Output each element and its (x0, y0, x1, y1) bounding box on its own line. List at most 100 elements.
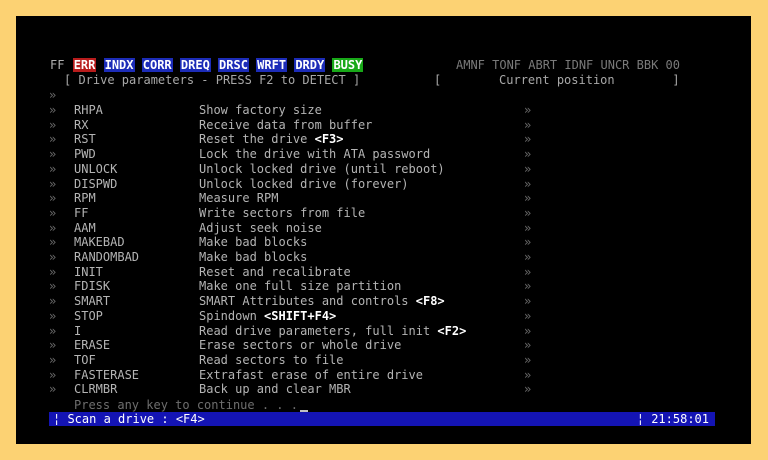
command-name: UNLOCK (74, 161, 118, 176)
command-hotkey: <F8> (415, 294, 445, 309)
row-bullet-right: » (524, 352, 532, 367)
terminal-screen: FF ERR INDX CORR DREQ DRSC WRFT DRDY BUS… (16, 16, 751, 444)
flag-wrft: WRFT (256, 58, 288, 72)
command-description: Make one full size partition (199, 279, 402, 294)
row-bullet: » (49, 250, 57, 264)
command-name: DISPWD (74, 176, 118, 191)
command-description: Spindown <SHIFT+F4> (199, 308, 337, 323)
command-description: Measure RPM (199, 191, 279, 206)
command-name: ERASE (74, 338, 111, 353)
command-hotkey: <SHIFT+F4> (264, 308, 337, 323)
row-bullet: » (49, 367, 57, 382)
command-description: Read sectors to file (199, 352, 344, 367)
row-bullet-right: » (524, 176, 532, 191)
row-bullet-right: » (524, 338, 532, 353)
command-name: TOF (74, 352, 96, 367)
row-bullet: » (49, 161, 57, 176)
flag-dreq: DREQ (179, 58, 211, 72)
command-name: FASTERASE (74, 367, 140, 382)
row-bullet: » (49, 103, 57, 117)
status-flags-right: AMNF TONF ABRT IDNF UNCR BBK 00 (456, 58, 680, 72)
row-bullet-right: » (524, 367, 532, 382)
row-bullet: » (49, 308, 57, 323)
row-bullet-right: » (524, 235, 532, 250)
row-bullet-right: » (524, 161, 532, 176)
command-description: Write sectors from file (199, 205, 366, 220)
flag-busy: BUSY (332, 58, 364, 72)
command-description: Adjust seek noise (199, 220, 322, 235)
drive-parameters-header: [ Drive parameters - PRESS F2 to DETECT … (64, 73, 361, 87)
command-name: MAKEBAD (74, 235, 125, 250)
bullet-marker: » (49, 88, 57, 102)
command-description: Lock the drive with ATA password (199, 147, 431, 162)
row-bullet: » (49, 352, 57, 367)
flag-indx: INDX (103, 58, 135, 72)
command-hotkey: <F2> (437, 323, 467, 338)
flag-drsc: DRSC (218, 58, 249, 72)
clock: ¦ 21:58:01 (636, 412, 709, 426)
row-bullet-right: » (524, 132, 532, 147)
command-description: SMART Attributes and controls <F8> (199, 294, 445, 309)
row-bullet: » (49, 191, 57, 206)
command-name: FF (74, 205, 89, 220)
command-name: AAM (74, 220, 96, 235)
status-bar: ¦ Scan a drive : <F4> ¦ 21:58:01 (49, 412, 715, 426)
command-description: Reset the drive <F3> (199, 132, 344, 147)
command-name: FDISK (74, 279, 111, 294)
command-name: I (74, 323, 82, 338)
command-description: Receive data from buffer (199, 117, 373, 132)
continue-prompt[interactable]: Press any key to continue . . . (74, 398, 308, 412)
command-description: Make bad blocks (199, 235, 308, 250)
current-position-header: [ Current position ] (434, 73, 680, 87)
row-bullet: » (49, 220, 57, 235)
row-bullet: » (49, 205, 57, 220)
row-bullet-right: » (524, 103, 532, 117)
row-bullet-right: » (524, 147, 532, 162)
row-bullet: » (49, 294, 57, 309)
row-bullet-right: » (524, 205, 532, 220)
row-bullet-right: » (524, 191, 532, 206)
row-bullet-right: » (524, 220, 532, 235)
row-bullet: » (49, 382, 57, 397)
command-name: PWD (74, 147, 96, 162)
command-description: Back up and clear MBR (199, 382, 351, 397)
row-bullet: » (49, 147, 57, 162)
command-description: Extrafast erase of entire drive (199, 367, 423, 382)
command-name: SMART (74, 294, 111, 309)
command-description: Erase sectors or whole drive (199, 338, 402, 353)
command-description: Read drive parameters, full init <F2> (199, 323, 467, 338)
flag-drdy: DRDY (294, 58, 326, 72)
row-bullet: » (49, 338, 57, 353)
command-name: RX (74, 117, 89, 132)
row-bullet: » (49, 323, 57, 338)
command-description: Reset and recalibrate (199, 264, 351, 279)
row-bullet-right: » (524, 117, 532, 132)
command-name: RPM (74, 191, 96, 206)
status-flags-left: FF ERR INDX CORR DREQ DRSC WRFT DRDY BUS… (49, 58, 364, 72)
row-bullet-right: » (524, 382, 532, 397)
row-bullet-right: » (524, 279, 532, 294)
command-hotkey: <F3> (314, 132, 344, 147)
row-bullet: » (49, 279, 57, 294)
command-name: RANDOMBAD (74, 250, 140, 264)
command-name: RST (74, 132, 96, 147)
command-description: Unlock locked drive (until reboot) (199, 161, 445, 176)
command-name: RHPA (74, 103, 103, 117)
row-bullet: » (49, 264, 57, 279)
command-name: CLRMBR (74, 382, 118, 397)
row-bullet-right: » (524, 323, 532, 338)
command-name: STOP (74, 308, 103, 323)
command-name: INIT (74, 264, 103, 279)
row-bullet: » (49, 117, 57, 132)
row-bullet-right: » (524, 264, 532, 279)
row-bullet: » (49, 132, 57, 147)
flag-err: ERR (72, 58, 97, 72)
scan-drive-hint[interactable]: ¦ Scan a drive : <F4> (53, 412, 205, 426)
flag-ff: FF (50, 58, 65, 72)
flag-corr: CORR (141, 58, 173, 72)
row-bullet: » (49, 235, 57, 250)
row-bullet-right: » (524, 250, 532, 264)
row-bullet-right: » (524, 308, 532, 323)
command-description: Unlock locked drive (forever) (199, 176, 409, 191)
row-bullet-right: » (524, 294, 532, 309)
